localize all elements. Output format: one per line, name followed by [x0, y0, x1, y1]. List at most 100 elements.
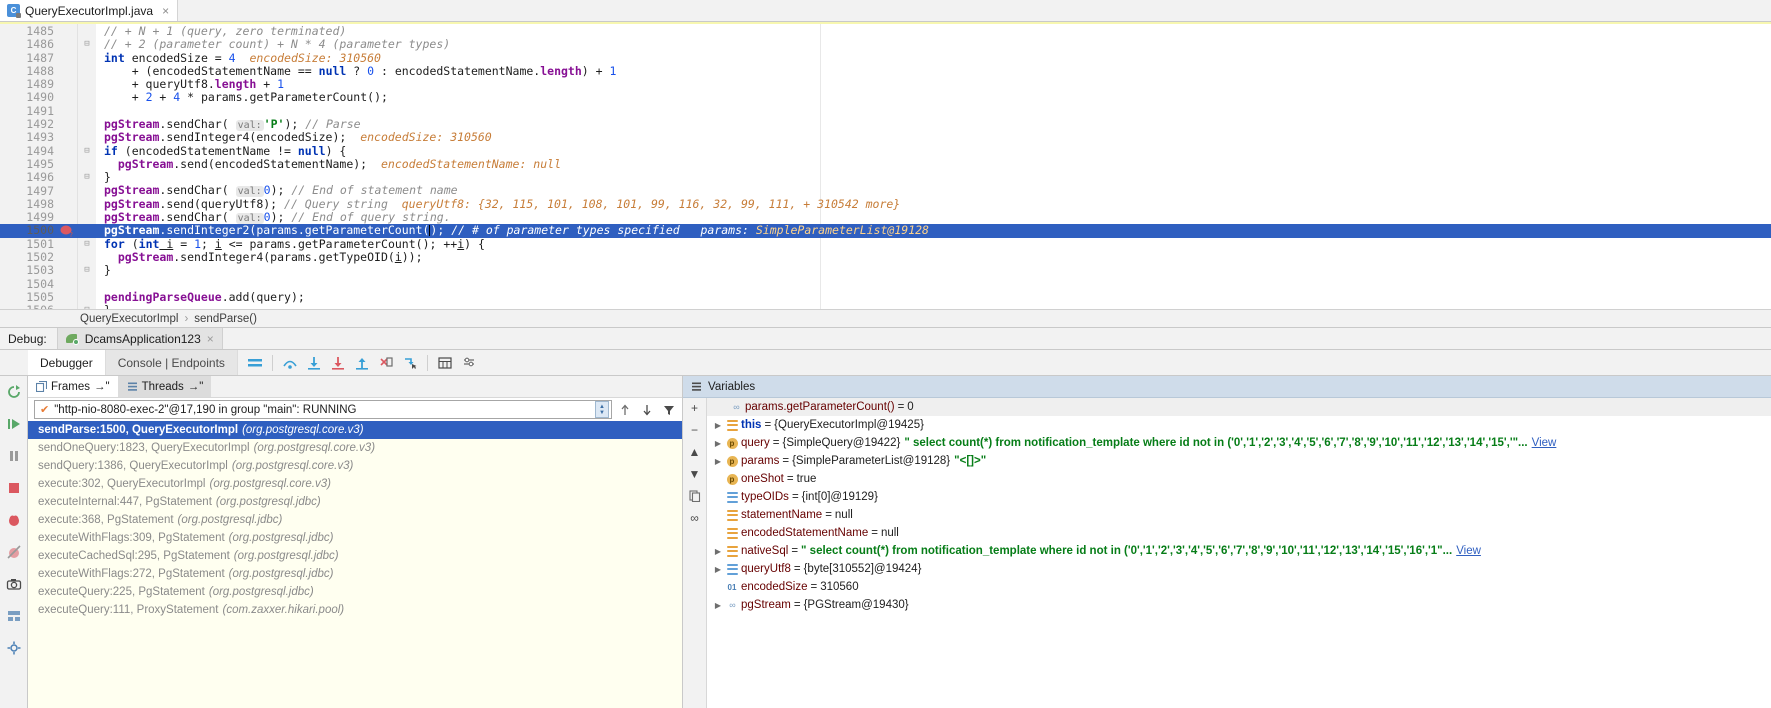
chevron-right-icon[interactable]: ▶ [711, 547, 725, 556]
variable-row[interactable]: ▶ this = {QueryExecutorImpl@19425} [707, 416, 1771, 434]
step-into-icon[interactable] [303, 352, 325, 374]
variable-name: statementName [741, 509, 823, 521]
editor-content[interactable]: 1485 // + N + 1 (query, zero terminated)… [0, 24, 1771, 309]
arrow-down-icon[interactable] [638, 401, 656, 419]
variable-row[interactable]: ▶ p oneShot = true [707, 470, 1771, 488]
layers-icon[interactable] [4, 606, 24, 626]
chevron-right-icon[interactable]: ▶ [711, 439, 725, 448]
add-watch-icon[interactable]: + [686, 400, 704, 416]
tab-frames-pin-icon[interactable]: →" [94, 381, 110, 393]
frame-row[interactable]: executeWithFlags:309, PgStatement (org.p… [28, 529, 682, 547]
arrow-up-icon[interactable] [616, 401, 634, 419]
frame-row[interactable]: sendQuery:1386, QueryExecutorImpl (org.p… [28, 457, 682, 475]
frame-row[interactable]: execute:368, PgStatement (org.postgresql… [28, 511, 682, 529]
camera-icon[interactable] [4, 574, 24, 594]
step-over-icon[interactable] [279, 352, 301, 374]
variable-row[interactable]: ▶ queryUtf8 = {byte[310552]@19424} [707, 560, 1771, 578]
variable-row[interactable]: ▶ typeOIDs = {int[0]@19129} [707, 488, 1771, 506]
breakpoint-marker[interactable]: ? [60, 225, 78, 237]
debug-session-tab[interactable]: DcamsApplication123 × [56, 328, 223, 349]
variable-row[interactable]: ▶ p query = {SimpleQuery@19422} " select… [707, 434, 1771, 452]
tab-debugger[interactable]: Debugger [28, 350, 106, 375]
mute-breakpoints-icon[interactable] [4, 542, 24, 562]
evaluate-expression-icon[interactable] [434, 352, 456, 374]
force-step-into-icon[interactable] [327, 352, 349, 374]
view-link[interactable]: View [1456, 545, 1481, 557]
layout-icon[interactable] [244, 352, 266, 374]
editor-tab-queryexecutorimpl[interactable]: C QueryExecutorImpl.java × [0, 0, 179, 21]
resume-icon[interactable] [4, 414, 24, 434]
code-text: pgStream.sendInteger2(params.getParamete… [104, 223, 929, 238]
rerun-icon[interactable] [4, 382, 24, 402]
settings-gear-icon[interactable] [4, 638, 24, 658]
frame-row[interactable]: executeQuery:111, ProxyStatement (com.za… [28, 601, 682, 619]
thread-selector[interactable]: ✔ "http-nio-8080-exec-2"@17,190 in group… [34, 400, 612, 419]
frame-package: (org.postgresql.jdbc) [228, 532, 334, 544]
inspect-icon[interactable]: ∞ [686, 510, 704, 526]
breadcrumb-method[interactable]: sendParse() [194, 313, 257, 325]
line-number: 1488 [26, 63, 54, 78]
filter-icon[interactable] [660, 401, 678, 419]
debugger-step-toolbar [238, 350, 480, 375]
variable-row[interactable]: ▶ p params = {SimpleParameterList@19128}… [707, 452, 1771, 470]
variable-row[interactable]: ▶ ∞ pgStream = {PGStream@19430} [707, 596, 1771, 614]
fold-marker-collapse[interactable]: ⊟ [78, 171, 96, 184]
settings-icon[interactable] [458, 352, 480, 374]
breadcrumb[interactable]: QueryExecutorImpl › sendParse() [0, 310, 1771, 328]
view-link[interactable]: View [1532, 437, 1557, 449]
line-number: 1494 [26, 143, 54, 158]
frame-row[interactable]: execute:302, QueryExecutorImpl (org.post… [28, 475, 682, 493]
frame-row[interactable]: executeQuery:225, PgStatement (org.postg… [28, 583, 682, 601]
chevron-right-icon[interactable]: ▶ [711, 601, 725, 610]
tab-threads[interactable]: Threads →" [118, 376, 212, 397]
variable-row[interactable]: ▶ encodedStatementName = null [707, 524, 1771, 542]
variable-value: {SimpleParameterList@19128} [792, 455, 951, 467]
frames-list[interactable]: sendParse:1500, QueryExecutorImpl (org.p… [28, 421, 682, 708]
fold-marker-collapse[interactable]: ⊟ [78, 145, 96, 158]
up-icon[interactable]: ▲ [686, 444, 704, 460]
frame-name: executeQuery:111, ProxyStatement [38, 604, 219, 616]
view-breakpoints-icon[interactable] [4, 510, 24, 530]
tab-frames[interactable]: Frames →" [28, 376, 119, 397]
chevron-right-icon: › [184, 312, 189, 325]
variable-row[interactable]: ▶ statementName = null [707, 506, 1771, 524]
frame-row[interactable]: executeCachedSql:295, PgStatement (org.p… [28, 547, 682, 565]
variable-row[interactable]: ▶ 01 encodedSize = 310560 [707, 578, 1771, 596]
copy-icon[interactable] [686, 488, 704, 504]
fold-marker-collapse[interactable]: ⊟ [78, 304, 96, 309]
pause-icon[interactable] [4, 446, 24, 466]
variable-row[interactable]: ▶ nativeSql = " select count(*) from not… [707, 542, 1771, 560]
down-icon[interactable]: ▼ [686, 466, 704, 482]
chevron-updown-icon[interactable]: ▲ ▼ [595, 401, 609, 418]
remove-watch-icon[interactable]: − [686, 422, 704, 438]
stop-icon[interactable] [4, 478, 24, 498]
frame-name: sendParse:1500, QueryExecutorImpl [38, 424, 239, 436]
code-line: 1485 // + N + 1 (query, zero terminated) [0, 24, 1771, 38]
drop-frame-icon[interactable] [375, 352, 397, 374]
chevron-right-icon[interactable]: ▶ [711, 565, 725, 574]
chevron-right-icon[interactable]: ▶ [711, 421, 725, 430]
code-editor[interactable]: 1485 // + N + 1 (query, zero terminated)… [0, 22, 1771, 310]
variable-value: {SimpleQuery@19422} [782, 437, 901, 449]
tab-threads-pin-icon[interactable]: →" [188, 381, 204, 393]
step-out-icon[interactable] [351, 352, 373, 374]
breadcrumb-class[interactable]: QueryExecutorImpl [80, 313, 178, 325]
fold-marker-collapse[interactable]: ⊟ [78, 238, 96, 251]
frame-row[interactable]: executeInternal:447, PgStatement (org.po… [28, 493, 682, 511]
frame-row[interactable]: sendParse:1500, QueryExecutorImpl (org.p… [28, 421, 682, 439]
frame-row[interactable]: sendOneQuery:1823, QueryExecutorImpl (or… [28, 439, 682, 457]
variable-row-watch[interactable]: ∞ params.getParameterCount() = 0 [707, 398, 1771, 416]
tab-console-endpoints[interactable]: Console | Endpoints [105, 350, 238, 375]
chevron-right-icon[interactable]: ▶ [711, 457, 725, 466]
variables-body: + − ▲ ▼ ∞ ∞ params.getParameterCount() =… [683, 398, 1771, 708]
code-line: 1499 pgStream.sendChar( val: 0); // End o… [0, 210, 1771, 224]
frame-row[interactable]: executeWithFlags:272, PgStatement (org.p… [28, 565, 682, 583]
fold-marker-collapse[interactable]: ⊟ [78, 264, 96, 277]
code-text: pgStream.sendInteger4(params.getTypeOID(… [117, 250, 423, 265]
run-to-cursor-icon[interactable] [399, 352, 421, 374]
fold-marker-collapse[interactable]: ⊟ [78, 38, 96, 51]
close-icon[interactable]: × [162, 5, 169, 17]
frame-package: (org.postgresql.jdbc) [208, 586, 314, 598]
variables-list[interactable]: ∞ params.getParameterCount() = 0 ▶ this … [707, 398, 1771, 708]
close-icon[interactable]: × [207, 332, 214, 346]
